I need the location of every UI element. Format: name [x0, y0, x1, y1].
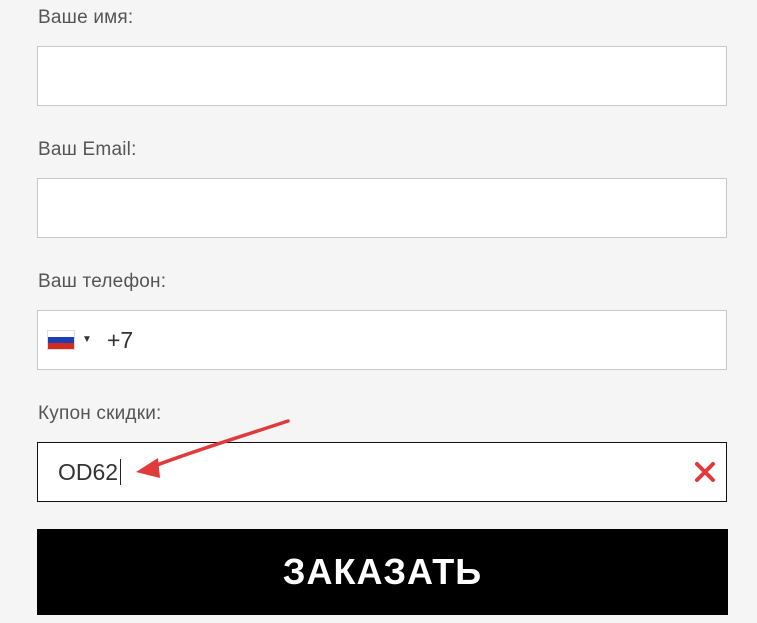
order-form: Ваше имя: Ваш Email: Ваш телефон: ▼ +7 К… — [0, 0, 757, 623]
order-submit-button[interactable]: ЗАКАЗАТЬ — [37, 529, 728, 615]
country-selector[interactable]: ▼ — [48, 311, 92, 369]
close-icon[interactable] — [694, 461, 716, 483]
name-input[interactable] — [38, 47, 726, 105]
russia-flag-icon — [48, 331, 74, 349]
email-label: Ваш Email: — [38, 139, 137, 160]
phone-field[interactable]: ▼ +7 — [37, 310, 727, 370]
coupon-label: Купон скидки: — [38, 403, 162, 424]
email-input[interactable] — [38, 179, 726, 237]
coupon-input[interactable]: OD62 — [58, 443, 122, 501]
caret-down-icon: ▼ — [82, 334, 92, 345]
name-field-wrapper — [37, 46, 727, 106]
phone-label: Ваш телефон: — [38, 271, 167, 292]
phone-code: +7 — [107, 326, 134, 353]
text-cursor — [120, 459, 122, 485]
coupon-value: OD62 — [58, 458, 119, 485]
name-label: Ваше имя: — [38, 7, 134, 28]
email-field-wrapper — [37, 178, 727, 238]
coupon-field[interactable]: OD62 — [37, 442, 727, 502]
